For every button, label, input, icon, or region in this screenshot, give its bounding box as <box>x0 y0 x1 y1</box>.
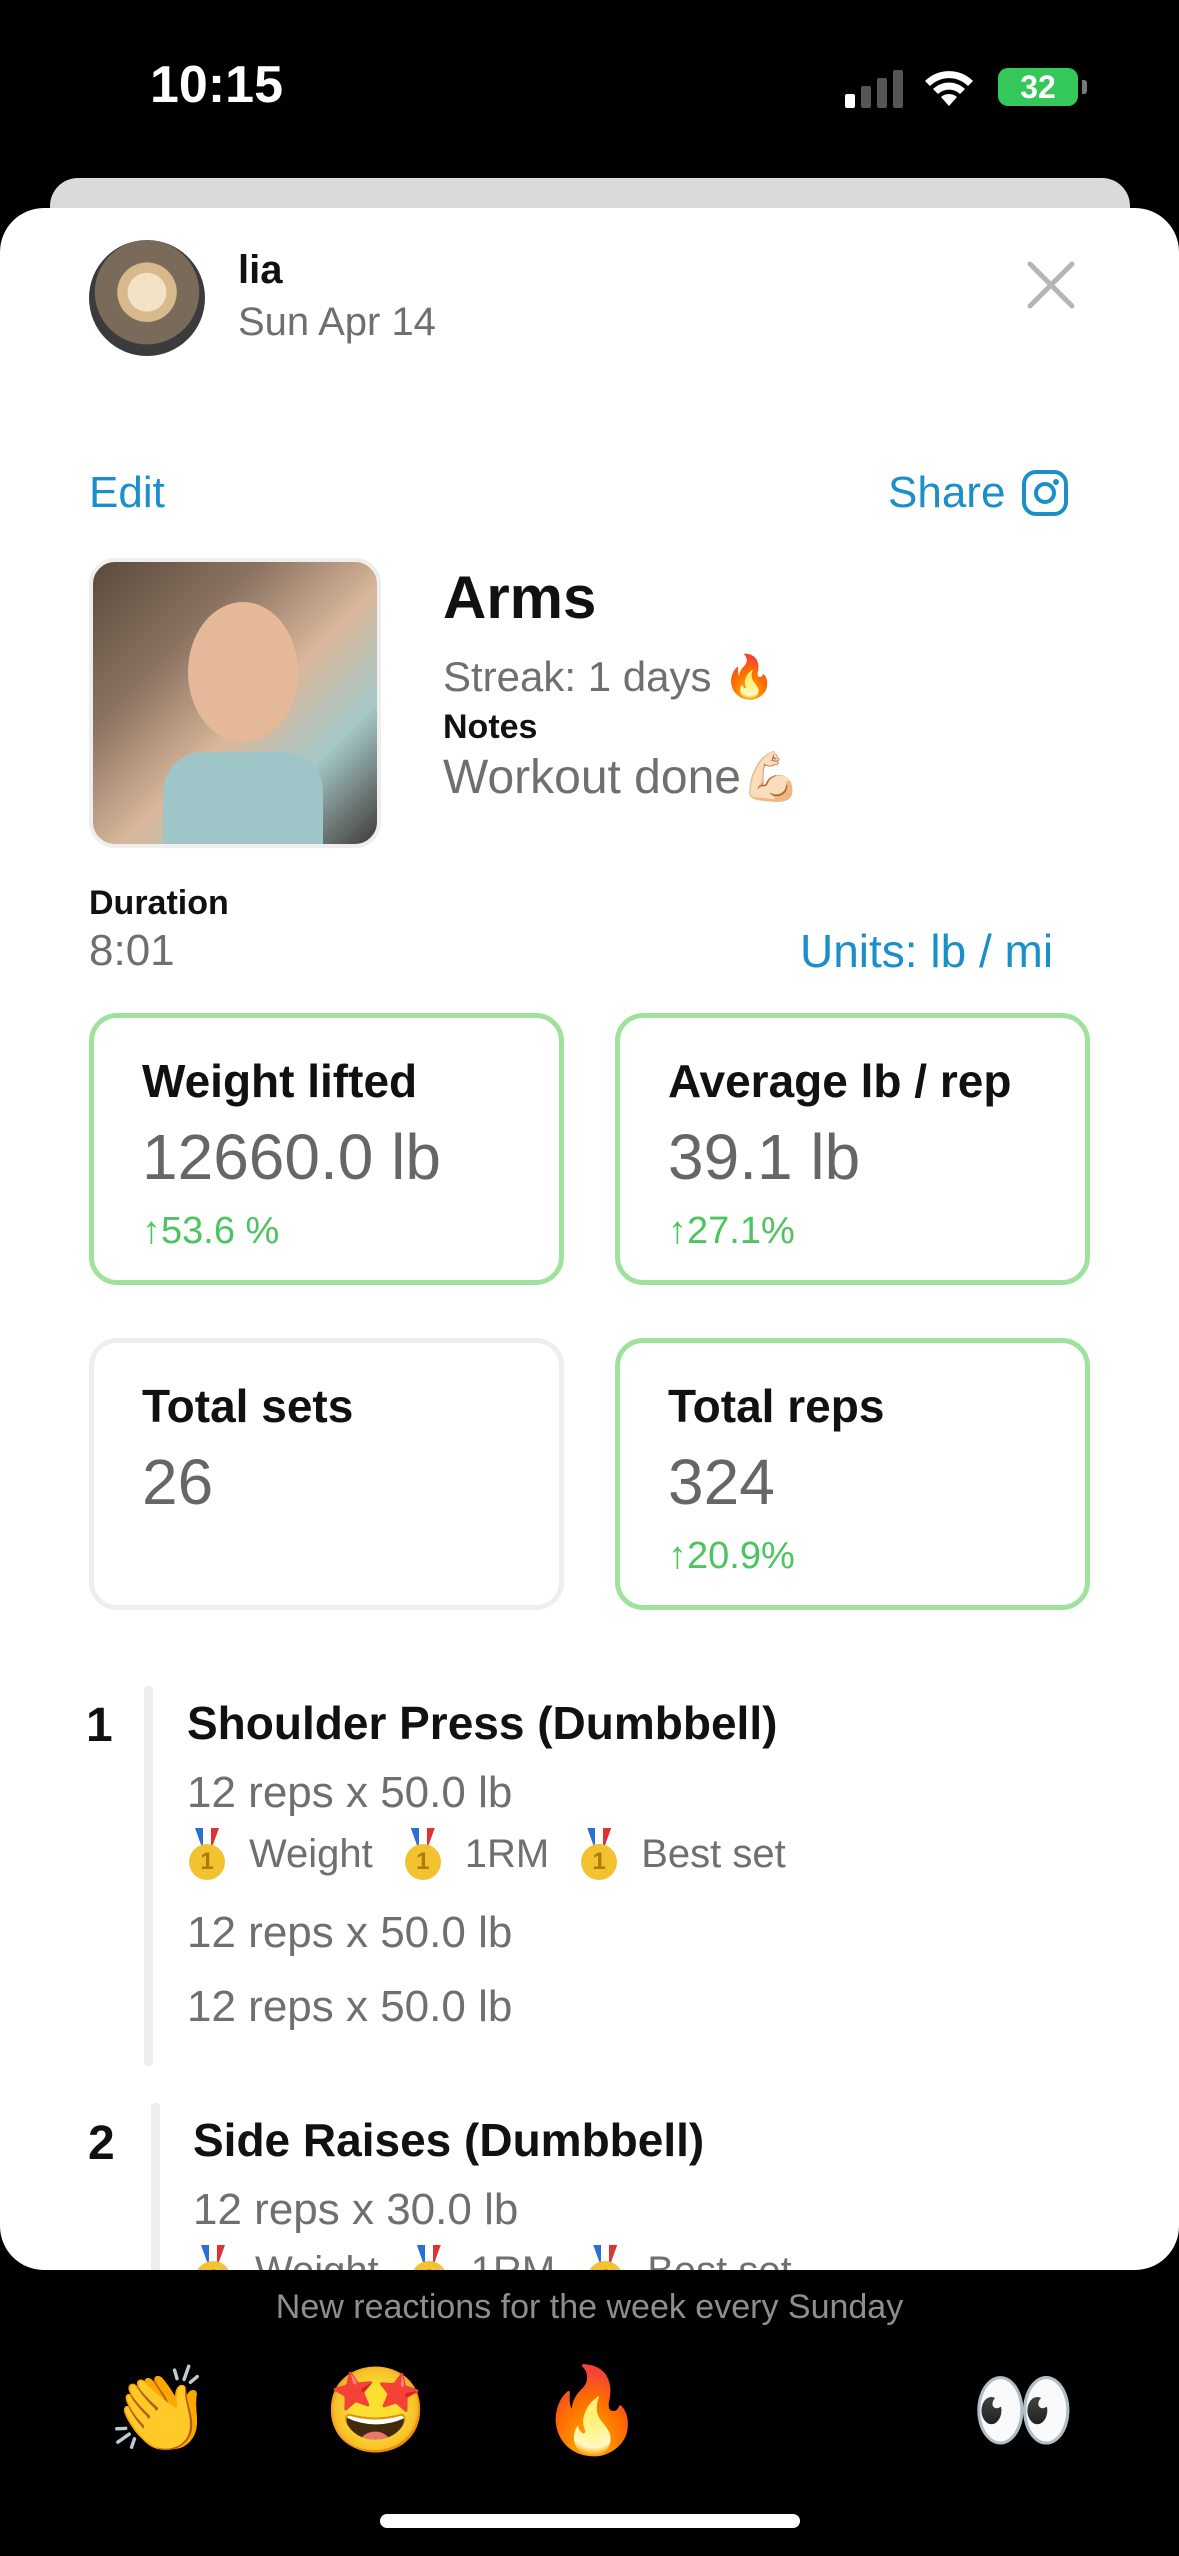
medal-label: 1RM <box>464 1831 550 1876</box>
medal-weight: Weight <box>187 1828 373 1880</box>
medal-label: Weight <box>255 2249 379 2271</box>
stat-card-weight-lifted: Weight lifted 12660.0 lb ↑53.6 % <box>89 1013 564 1285</box>
medal-icon <box>403 1828 443 1880</box>
stat-delta: ↑53.6 % <box>142 1210 280 1252</box>
stat-delta: ↑20.9% <box>668 1535 795 1577</box>
stat-label: Total reps <box>668 1380 885 1432</box>
share-label: Share <box>888 468 1006 517</box>
medal-icon <box>579 1828 619 1880</box>
status-time: 10:15 <box>150 56 283 114</box>
fire-reaction[interactable]: 🔥 <box>539 2360 644 2460</box>
duration-label: Duration <box>89 884 229 922</box>
set-line: 12 reps x 50.0 lb <box>187 1908 513 1957</box>
exercise-number: 1 <box>86 1699 113 1752</box>
cellular-signal-icon <box>845 70 903 108</box>
medal-weight: Weight <box>193 2245 379 2270</box>
medal-1rm: 1RM <box>403 1828 549 1880</box>
home-indicator[interactable] <box>380 2514 800 2528</box>
workout-title: Arms <box>443 564 597 631</box>
stat-value: 39.1 lb <box>668 1121 861 1193</box>
battery-icon: 32 <box>998 68 1087 106</box>
eyes-reaction[interactable]: 👀 <box>971 2360 1076 2460</box>
photo-shirt <box>163 752 323 844</box>
medal-icon <box>193 2245 233 2270</box>
stat-label: Average lb / rep <box>668 1055 1012 1107</box>
reactions-caption: New reactions for the week every Sunday <box>275 2288 904 2326</box>
user-name: lia <box>238 248 283 292</box>
medal-1rm: 1RM <box>409 2245 555 2270</box>
workout-detail-sheet: lia Sun Apr 14 Edit Share Arms Streak: 1… <box>0 208 1179 2270</box>
stat-card-average-lb-rep: Average lb / rep 39.1 lb ↑27.1% <box>615 1013 1090 1285</box>
stat-delta: ↑27.1% <box>668 1210 795 1252</box>
medal-label: 1RM <box>471 2249 555 2271</box>
no-mouth-face-reaction[interactable]: 😶 <box>755 2360 855 2460</box>
share-button[interactable]: Share <box>888 468 1069 518</box>
units-toggle[interactable]: Units: lb / mi <box>800 924 1053 978</box>
exercise-number: 2 <box>88 2117 115 2170</box>
stat-label: Weight lifted <box>142 1055 418 1107</box>
medal-best-set: Best set <box>585 2245 792 2270</box>
edit-button[interactable]: Edit <box>89 468 165 518</box>
exercise-divider <box>144 1686 153 2066</box>
stat-card-total-sets: Total sets 26 <box>89 1338 564 1610</box>
notes-label: Notes <box>443 708 538 746</box>
set-line: 12 reps x 30.0 lb <box>193 2185 519 2234</box>
user-avatar[interactable] <box>89 240 205 356</box>
battery-level: 32 <box>1020 68 1056 105</box>
stat-card-total-reps: Total reps 324 ↑20.9% <box>615 1338 1090 1610</box>
wifi-icon <box>925 71 973 106</box>
instagram-icon <box>1022 470 1069 516</box>
medal-label: Weight <box>249 1831 373 1876</box>
workout-photo[interactable] <box>89 558 381 848</box>
close-icon[interactable] <box>1020 254 1082 316</box>
set-line: 12 reps x 50.0 lb <box>187 1768 513 1817</box>
stat-value: 324 <box>668 1446 775 1518</box>
star-struck-reaction[interactable]: 🤩 <box>324 2360 429 2460</box>
exercise-name[interactable]: Shoulder Press (Dumbbell) <box>187 1696 777 1750</box>
medal-best-set: Best set <box>579 1828 786 1880</box>
medal-label: Best set <box>641 1831 786 1876</box>
medal-row: Weight 1RM Best set <box>187 1828 786 1880</box>
medal-icon <box>187 1828 227 1880</box>
status-bar: 10:15 32 <box>0 0 1179 175</box>
duration-value: 8:01 <box>89 926 175 975</box>
reaction-bar: 👏 🤩 🔥 😶 👀 <box>0 2360 1179 2460</box>
stat-value: 12660.0 lb <box>142 1121 441 1193</box>
stat-label: Total sets <box>142 1380 354 1432</box>
medal-icon <box>585 2245 625 2270</box>
exercise-divider <box>151 2103 160 2270</box>
notes-text: Workout done💪🏻 <box>443 751 801 804</box>
medal-label: Best set <box>647 2249 792 2271</box>
stat-value: 26 <box>142 1446 214 1518</box>
streak-text: Streak: 1 days 🔥 <box>443 653 776 700</box>
workout-date: Sun Apr 14 <box>238 300 436 344</box>
clapping-hands-reaction[interactable]: 👏 <box>108 2360 213 2460</box>
medal-row: Weight 1RM Best set <box>193 2245 792 2270</box>
exercise-name[interactable]: Side Raises (Dumbbell) <box>193 2113 704 2167</box>
photo-face <box>188 602 298 742</box>
medal-icon <box>409 2245 449 2270</box>
set-line: 12 reps x 50.0 lb <box>187 1982 513 2031</box>
